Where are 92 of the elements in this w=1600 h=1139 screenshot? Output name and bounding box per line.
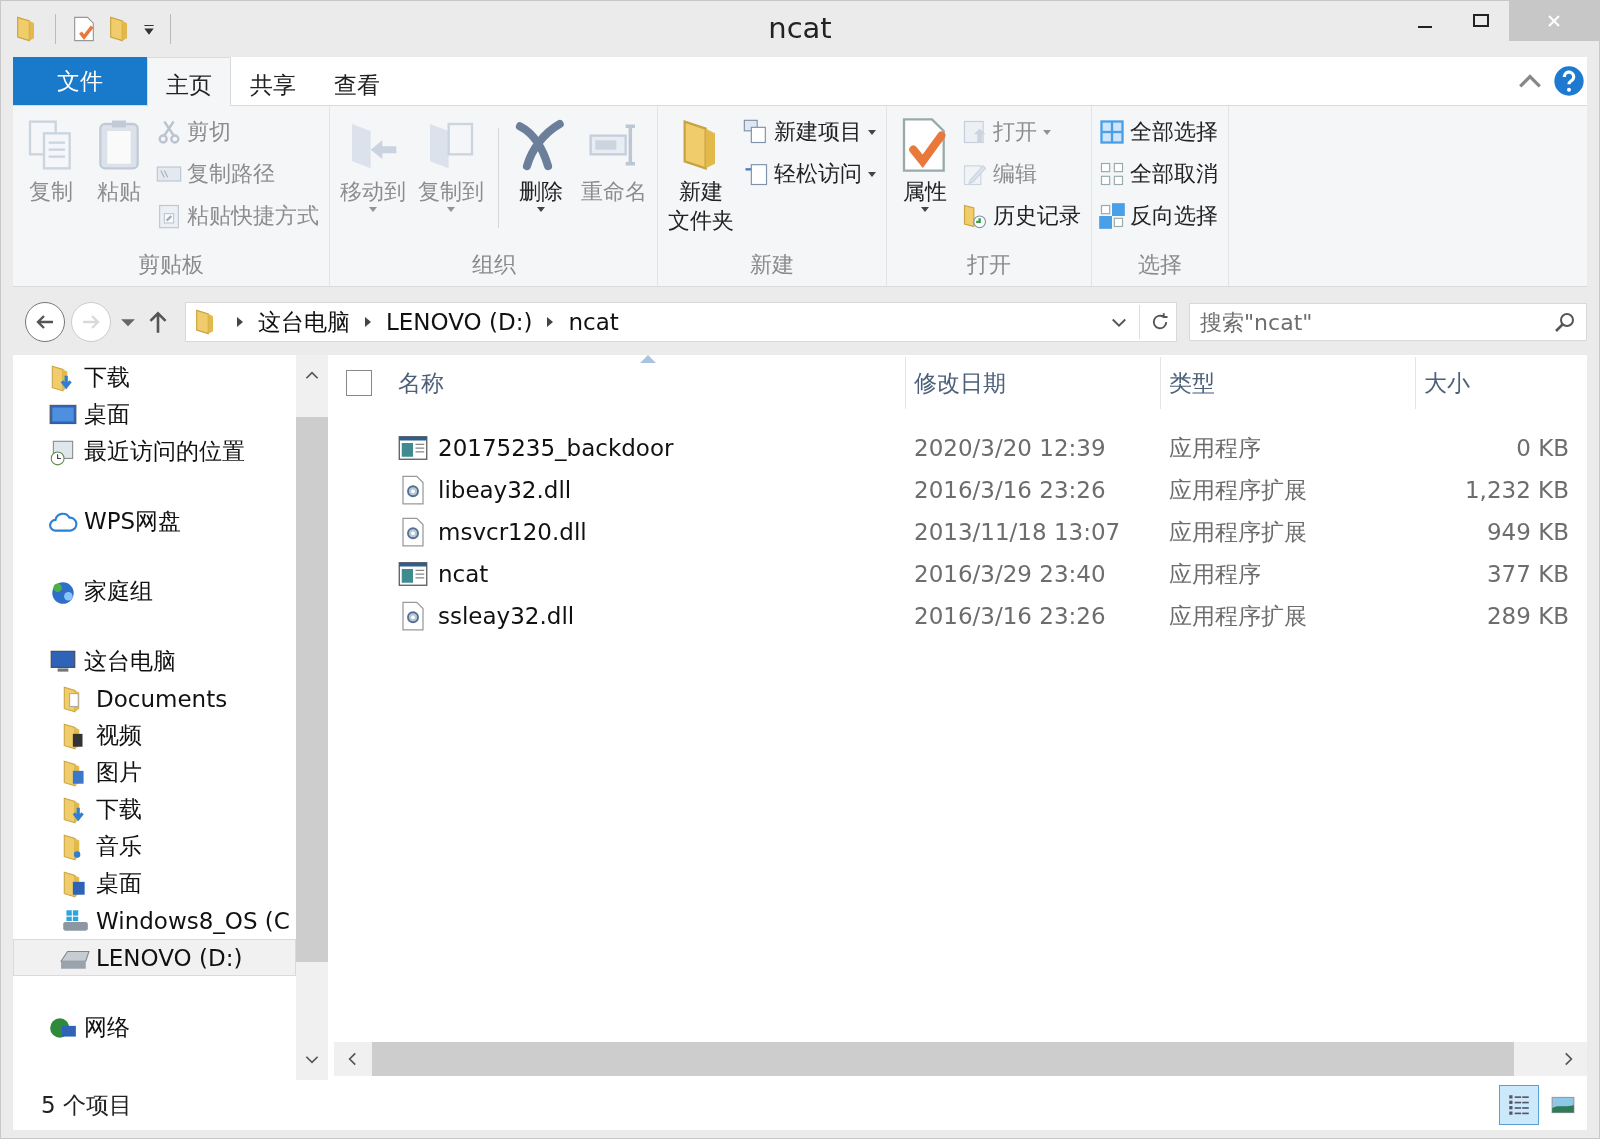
column-header[interactable]: 修改日期: [906, 357, 1161, 409]
file-size: 0 KB: [1516, 435, 1569, 461]
window-title: ncat: [768, 11, 832, 45]
sidebar-item[interactable]: 网络: [13, 1009, 296, 1046]
chevron-icon[interactable]: [364, 316, 372, 328]
select-all-checkbox[interactable]: [346, 370, 372, 396]
details-view-button[interactable]: [1499, 1085, 1539, 1125]
caret-icon: [447, 206, 455, 212]
file-tab[interactable]: 文件: [13, 57, 147, 105]
sort-arrow-icon: [639, 355, 656, 363]
group-label: 组织: [470, 251, 517, 279]
back-button[interactable]: [25, 302, 65, 342]
sidebar-item[interactable]: 最近访问的位置: [13, 433, 296, 470]
caret-icon: [868, 129, 876, 135]
file-type: 应用程序: [1169, 433, 1261, 463]
search-icon[interactable]: [1553, 310, 1577, 334]
ribbon-tab[interactable]: 查看: [315, 57, 399, 106]
caret-icon: [868, 171, 876, 177]
sidebar-item[interactable]: 视频: [13, 717, 296, 754]
modified-date: 2020/3/20 12:39: [914, 435, 1106, 461]
sidebar-item[interactable]: 下载: [13, 791, 296, 828]
file-name[interactable]: msvcr120.dll: [438, 519, 587, 545]
modified-date: 2016/3/16 23:26: [914, 603, 1106, 629]
modified-date: 2016/3/16 23:26: [914, 477, 1106, 503]
sidebar-item[interactable]: 图片: [13, 754, 296, 791]
sidebar-item[interactable]: 音乐: [13, 828, 296, 865]
ribbon-button[interactable]: 全部取消: [1098, 154, 1222, 194]
breadcrumb-item[interactable]: ncat: [564, 309, 623, 335]
file-type: 应用程序: [1169, 559, 1261, 589]
ribbon-tab[interactable]: 主页: [147, 57, 231, 106]
select-all-icon: [1098, 118, 1126, 146]
sidebar-item[interactable]: Documents: [13, 680, 296, 717]
file-size: 949 KB: [1486, 519, 1569, 545]
group-label: 打开: [966, 251, 1012, 279]
search-field[interactable]: 搜索"ncat": [1189, 303, 1587, 341]
sidebar-item[interactable]: 家庭组: [13, 573, 296, 610]
file-name[interactable]: ncat: [438, 561, 489, 587]
help-icon[interactable]: [1553, 65, 1585, 97]
column-header[interactable]: 类型: [1161, 357, 1416, 409]
file-name[interactable]: 20175235_backdoor: [438, 435, 674, 461]
ribbon-button[interactable]: 轻松访问: [742, 154, 880, 194]
file-type: 应用程序扩展: [1169, 601, 1307, 631]
ribbon-button[interactable]: 新建项目: [742, 112, 880, 152]
file-size: 289 KB: [1486, 603, 1569, 629]
scrollbar-thumb[interactable]: [296, 417, 328, 962]
select-none-icon: [1098, 160, 1126, 188]
sidebar-item[interactable]: 桌面: [13, 865, 296, 902]
column-header[interactable]: 名称: [390, 357, 906, 409]
caret-icon: [1043, 129, 1051, 135]
refresh-icon[interactable]: [1150, 312, 1170, 332]
file-size: 1,232 KB: [1464, 477, 1569, 503]
chevron-icon[interactable]: [236, 316, 244, 328]
invert-selection-icon: [1098, 202, 1126, 230]
details-list-icon: [1506, 1092, 1532, 1118]
minimize-icon: [1418, 26, 1432, 28]
sidebar-item[interactable]: WPS网盘: [13, 503, 296, 540]
ribbon-button[interactable]: 删除: [509, 110, 573, 214]
ribbon-tab[interactable]: 共享: [231, 57, 315, 106]
caret-icon: [921, 206, 929, 212]
column-header[interactable]: 大小: [1416, 357, 1571, 409]
sidebar-item[interactable]: Windows8_OS (C: [13, 902, 296, 939]
ribbon-button[interactable]: 反向选择: [1098, 196, 1222, 236]
scrollbar-thumb[interactable]: [372, 1042, 1514, 1076]
sidebar-item[interactable]: 这台电脑: [13, 643, 296, 680]
ribbon-button[interactable]: 新建 文件夹: [664, 110, 738, 238]
file-size: 377 KB: [1486, 561, 1569, 587]
ribbon-button[interactable]: 属性: [893, 110, 957, 214]
application-icon: [398, 559, 428, 589]
file-name[interactable]: libeay32.dll: [438, 477, 572, 503]
group-label: 选择: [1137, 251, 1183, 279]
sidebar-item[interactable]: 下载: [13, 359, 296, 396]
caret-icon: [537, 206, 545, 212]
address-bar[interactable]: 这台电脑 LENOVO (D:) ncat: [185, 302, 1177, 342]
file-name[interactable]: ssleay32.dll: [438, 603, 575, 629]
history-icon: [961, 202, 989, 230]
breadcrumb-item[interactable]: 这台电脑: [254, 306, 354, 338]
dropdown-icon[interactable]: [142, 22, 156, 36]
sidebar-item[interactable]: LENOVO (D:): [13, 939, 296, 976]
ribbon-button[interactable]: 历史记录: [961, 196, 1085, 236]
ribbon-button[interactable]: 全部选择: [1098, 112, 1222, 152]
file-type: 应用程序扩展: [1169, 475, 1307, 505]
group-label: 剪贴板: [137, 251, 205, 279]
breadcrumb-item[interactable]: LENOVO (D:): [382, 309, 537, 335]
caret-icon: [369, 206, 377, 212]
group-label: 新建: [749, 251, 795, 279]
sidebar-item[interactable]: 桌面: [13, 396, 296, 433]
chevron-icon[interactable]: [546, 316, 555, 328]
item-count: 5 个项目: [41, 1090, 132, 1120]
modified-date: 2016/3/29 23:40: [914, 561, 1106, 587]
application-icon: [398, 433, 428, 463]
modified-date: 2013/11/18 13:07: [914, 519, 1121, 545]
file-type: 应用程序扩展: [1169, 517, 1307, 547]
